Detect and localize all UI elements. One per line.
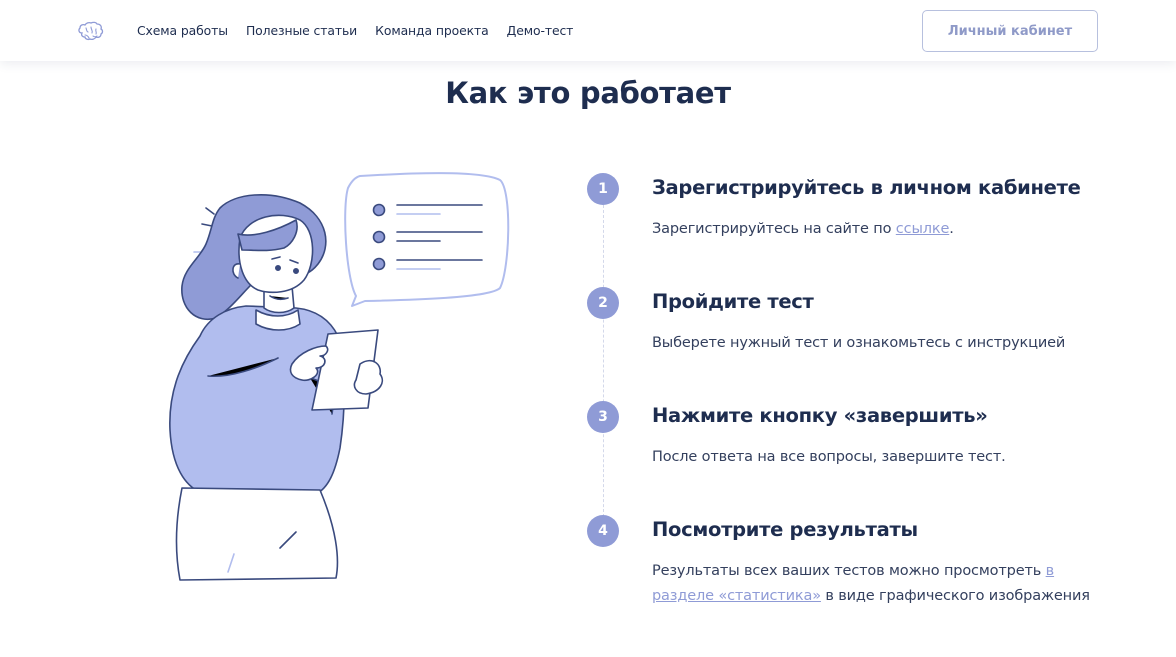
nav-link-demo-test[interactable]: Демо-тест [507, 23, 574, 38]
step-description: Выберете нужный тест и ознакомьтесь с ин… [652, 335, 1066, 351]
step-number-badge: 4 [587, 515, 619, 547]
main-nav: Схема работы Полезные статьи Команда про… [137, 0, 591, 61]
nav-link-team[interactable]: Команда проекта [375, 23, 489, 38]
step-title: Посмотрите результаты [652, 518, 918, 541]
step-description: Результаты всех ваших тестов можно просм… [652, 559, 1092, 608]
site-header: Схема работы Полезные статьи Команда про… [0, 0, 1176, 61]
brain-icon[interactable] [76, 21, 106, 45]
step-description: Зарегистрируйтесь на сайте по ссылке. [652, 217, 954, 242]
nav-link-articles[interactable]: Полезные статьи [246, 23, 357, 38]
step-title: Нажмите кнопку «завершить» [652, 404, 988, 427]
step-title: Зарегистрируйтесь в личном кабинете [652, 176, 1081, 199]
steps-timeline [603, 205, 604, 527]
registration-link[interactable]: ссылке [896, 221, 950, 237]
step-number-badge: 1 [587, 173, 619, 205]
personal-cabinet-button[interactable]: Личный кабинет [922, 10, 1098, 52]
step-number-badge: 3 [587, 401, 619, 433]
step-description-text-end: . [949, 221, 954, 237]
page-title: Как это работает [445, 76, 731, 110]
nav-link-scheme[interactable]: Схема работы [137, 23, 228, 38]
step-description: После ответа на все вопросы, завершите т… [652, 449, 1006, 465]
step-description-text-end: в виде графического изображения [820, 587, 1090, 604]
step-number-badge: 2 [587, 287, 619, 319]
woman-with-tablet-illustration [169, 172, 510, 581]
step-description-text: Результаты всех ваших тестов можно просм… [652, 563, 1046, 579]
step-title: Пройдите тест [652, 290, 814, 313]
step-description-text: Зарегистрируйтесь на сайте по [652, 221, 896, 237]
